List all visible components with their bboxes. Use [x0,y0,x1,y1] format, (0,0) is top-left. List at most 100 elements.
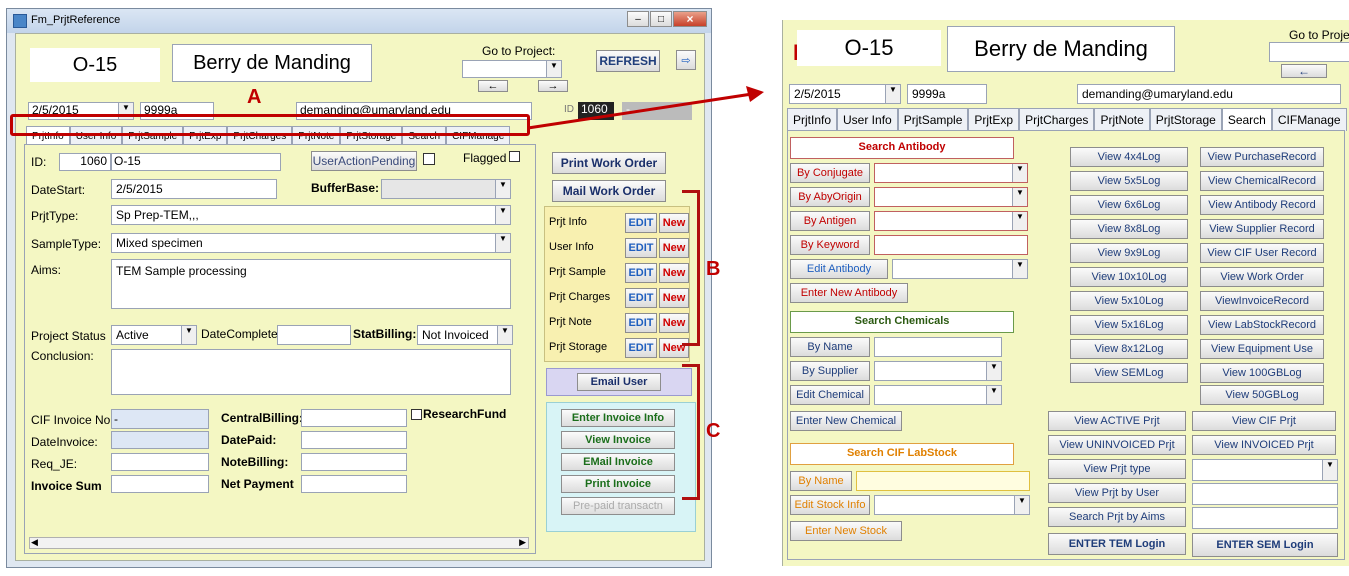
enter-new-stock-button[interactable]: Enter New Stock [790,521,902,541]
note-billing-field[interactable] [301,453,407,471]
enter-new-chemical-button[interactable]: Enter New Chemical [790,411,902,431]
minimize-button[interactable]: – [627,11,649,27]
edit-prjt-sample-button[interactable]: EDIT [625,263,657,283]
edit-stock-info-button[interactable]: Edit Stock Info [790,495,870,515]
aims-search-input[interactable] [1192,507,1338,529]
tab-prjtstorage[interactable]: PrjtStorage [1149,108,1222,131]
edit-stock-combo[interactable]: ▼ [874,495,1030,515]
net-payment-field[interactable] [301,475,407,493]
exit-icon[interactable]: ⇨ [676,50,696,70]
view-8x8log-button[interactable]: View 8x8Log [1070,219,1188,239]
by-conjugate-button[interactable]: By Conjugate [790,163,870,183]
user-action-checkbox[interactable] [423,153,435,165]
research-fund-checkbox[interactable] [411,409,422,420]
view-active-button[interactable]: View ACTIVE Prjt [1048,411,1186,431]
close-button[interactable]: × [673,11,707,27]
tab-cifmanage[interactable]: CIFManage [1271,108,1347,131]
edit-antibody-button[interactable]: Edit Antibody [790,259,888,279]
date-paid-field[interactable] [301,431,407,449]
view-5x16log-button[interactable]: View 5x16Log [1070,315,1188,335]
edit-prjt-storage-button[interactable]: EDIT [625,338,657,358]
enter-new-antibody-button[interactable]: Enter New Antibody [790,283,908,303]
req-je-field[interactable] [111,453,209,471]
supplier-combo[interactable]: ▼ [874,361,1002,381]
scroll-right-icon[interactable]: ▶ [519,537,526,548]
datestart-field[interactable]: 2/5/2015 [111,179,277,199]
edit-user-info-button[interactable]: EDIT [625,238,657,258]
stock-name-input[interactable] [856,471,1030,491]
account-field[interactable]: 9999a [907,84,987,104]
prepaid-button[interactable]: Pre-paid transactn [561,497,675,515]
view-type-button[interactable]: View Prjt type [1048,459,1186,479]
email-user-button[interactable]: Email User [577,373,661,391]
flagged-checkbox[interactable] [509,151,520,162]
prjttype-combo[interactable]: Sp Prep-TEM,,, ▼ [111,205,511,225]
view-50gblog-button[interactable]: View 50GBLog [1200,385,1324,405]
user-action-pending-button[interactable]: UserActionPending [311,151,417,171]
maximize-button[interactable]: □ [650,11,672,27]
tab-prjtcharges[interactable]: PrjtCharges [1019,108,1095,131]
cif-invoice-field[interactable]: - [111,409,209,429]
stock-by-name-button[interactable]: By Name [790,471,852,491]
tab-search[interactable]: Search [1221,108,1272,131]
view-uninvoiced-button[interactable]: View UNINVOICED Prjt [1048,435,1186,455]
search-by-aims-button[interactable]: Search Prjt by Aims [1048,507,1186,527]
view-6x6log-button[interactable]: View 6x6Log [1070,195,1188,215]
enter-invoice-info-button[interactable]: Enter Invoice Info [561,409,675,427]
keyword-input[interactable] [874,235,1028,255]
enter-sem-login-button[interactable]: ENTER SEM Login [1192,533,1338,557]
view-4x4log-button[interactable]: View 4x4Log [1070,147,1188,167]
view-100gblog-button[interactable]: View 100GBLog [1200,363,1324,383]
invoice-sum-field[interactable] [111,475,209,493]
edit-prjt-note-button[interactable]: EDIT [625,313,657,333]
datecomplete-field[interactable] [277,325,351,345]
tab-user-info[interactable]: User Info [837,108,898,131]
by-abyorigin-button[interactable]: By AbyOrigin [790,187,870,207]
statbilling-combo[interactable]: Not Invoiced ▼ [417,325,513,345]
view-8x12log-button[interactable]: View 8x12Log [1070,339,1188,359]
view-invoice-button[interactable]: View Invoice [561,431,675,449]
prev-project-button[interactable]: ← [478,80,508,92]
tab-prjtnote[interactable]: PrjtNote [1094,108,1150,131]
view-chemicalrecord-button[interactable]: View ChemicalRecord [1200,171,1324,191]
sampletype-combo[interactable]: Mixed specimen ▼ [111,233,511,253]
chem-name-input[interactable] [874,337,1002,357]
edit-prjt-info-button[interactable]: EDIT [625,213,657,233]
view-purchaserecord-button[interactable]: View PurchaseRecord [1200,147,1324,167]
goto-project-combo[interactable]: ▼ [462,60,562,78]
prev-project-button[interactable]: ← [1281,64,1327,78]
enter-tem-login-button[interactable]: ENTER TEM Login [1048,533,1186,555]
view-work-order-button[interactable]: View Work Order [1200,267,1324,287]
view-semlog-button[interactable]: View SEMLog [1070,363,1188,383]
conjugate-combo[interactable]: ▼ [874,163,1028,183]
view-9x9log-button[interactable]: View 9x9Log [1070,243,1188,263]
conclusion-field[interactable] [111,349,511,395]
view-by-user-button[interactable]: View Prjt by User [1048,483,1186,503]
mail-work-order-button[interactable]: Mail Work Order [552,180,666,202]
refresh-button[interactable]: REFRESH [596,50,660,72]
view-5x10log-button[interactable]: View 5x10Log [1070,291,1188,311]
print-invoice-button[interactable]: Print Invoice [561,475,675,493]
view-5x5log-button[interactable]: View 5x5Log [1070,171,1188,191]
horizontal-scrollbar[interactable]: ◀ ▶ [29,537,529,549]
by-antigen-button[interactable]: By Antigen [790,211,870,231]
view-antibody-record-button[interactable]: View Antibody Record [1200,195,1324,215]
by-supplier-button[interactable]: By Supplier [790,361,870,381]
view-invoiced-button[interactable]: View INVOICED Prjt [1192,435,1336,455]
view-equipment-use-button[interactable]: View Equipment Use [1200,339,1324,359]
view-supplier-record-button[interactable]: View Supplier Record [1200,219,1324,239]
prjt-type-combo[interactable]: ▼ [1192,459,1338,481]
abyorigin-combo[interactable]: ▼ [874,187,1028,207]
by-keyword-button[interactable]: By Keyword [790,235,870,255]
edit-chemical-combo[interactable]: ▼ [874,385,1002,405]
edit-prjt-charges-button[interactable]: EDIT [625,288,657,308]
antigen-combo[interactable]: ▼ [874,211,1028,231]
status-combo[interactable]: Active ▼ [111,325,197,345]
central-billing-field[interactable] [301,409,407,427]
chem-by-name-button[interactable]: By Name [790,337,870,357]
viewinvoicerecord-button[interactable]: ViewInvoiceRecord [1200,291,1324,311]
tab-prjtexp[interactable]: PrjtExp [968,108,1020,131]
view-cif-button[interactable]: View CIF Prjt [1192,411,1336,431]
edit-antibody-combo[interactable]: ▼ [892,259,1028,279]
date-combo[interactable]: 2/5/2015 ▼ [789,84,901,104]
